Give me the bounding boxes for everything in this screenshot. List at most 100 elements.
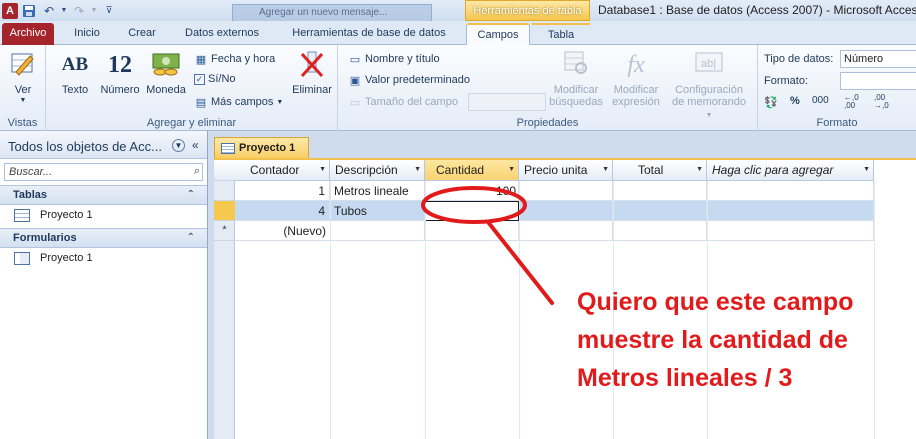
collapse-group-icon[interactable]: ⌃ [187, 189, 195, 200]
record-selector-new[interactable]: * [214, 221, 235, 241]
nav-item-form-proyecto-1[interactable]: Proyecto 1 [0, 248, 207, 269]
column-header-descripcion[interactable]: Descripción ▼ [330, 160, 425, 181]
column-header-contador[interactable]: Contador ▼ [235, 160, 330, 181]
formato-select[interactable] [840, 72, 916, 90]
column-header-label: Precio unita [524, 163, 588, 177]
tab-inicio[interactable]: Inicio [62, 23, 112, 45]
undo-dropdown-icon[interactable]: ▼ [60, 2, 68, 20]
group-vistas: Ver ▼ Vistas [0, 45, 46, 131]
grid-line [519, 181, 520, 439]
tab-datos-externos[interactable]: Datos externos [173, 23, 271, 45]
fecha-hora-label: Fecha y hora [211, 53, 276, 65]
cell-precio[interactable] [519, 201, 613, 221]
cell-new-cantidad[interactable] [425, 221, 519, 241]
customize-qat-icon[interactable]: ⊽ [100, 2, 118, 20]
column-header-add-field[interactable]: Haga clic para agregar ▼ [707, 160, 874, 181]
tab-herramientas-bd[interactable]: Herramientas de base de datos [280, 23, 458, 45]
more-fields-icon: ▤ [195, 96, 207, 109]
search-icon[interactable]: ⌕ [194, 165, 200, 178]
thousands-format-button[interactable]: 000 [812, 95, 829, 106]
document-tab-proyecto-1[interactable]: Proyecto 1 [214, 137, 309, 158]
save-icon[interactable] [20, 2, 38, 20]
column-dropdown-icon[interactable]: ▼ [319, 166, 326, 173]
cell-add-field[interactable] [707, 201, 874, 221]
cell-add-field[interactable] [707, 181, 874, 201]
column-dropdown-icon[interactable]: ▼ [863, 166, 870, 173]
modificar-busquedas-label-2: búsquedas [549, 96, 603, 108]
collapse-group-icon[interactable]: ⌃ [187, 232, 195, 243]
tab-archivo[interactable]: Archivo [2, 23, 54, 45]
expression-fx-icon: fx [627, 52, 645, 78]
select-all-corner[interactable] [214, 160, 235, 181]
tab-crear[interactable]: Crear [118, 23, 166, 45]
column-dropdown-icon[interactable]: ▼ [508, 166, 515, 173]
cell-contador[interactable]: 1 [235, 181, 330, 201]
config-memo-label-1: Configuración [675, 84, 743, 96]
decrease-decimals-button[interactable]: ,00 →,0 [874, 94, 900, 110]
group-agregar-eliminar: AB Texto 12 Número Moneda ▦ Fecha y hora… [46, 45, 338, 131]
nav-collapse-icon[interactable]: « [192, 138, 199, 152]
column-dropdown-icon[interactable]: ▼ [696, 166, 703, 173]
si-no-button[interactable]: ✓ Sí/No [194, 73, 236, 85]
si-no-label: Sí/No [208, 73, 236, 85]
column-header-cantidad[interactable]: Cantidad ▼ [425, 160, 519, 181]
mas-campos-button[interactable]: ▤ Más campos ▼ [194, 95, 284, 109]
fecha-hora-button[interactable]: ▦ Fecha y hora [194, 52, 275, 66]
percent-format-button[interactable]: % [790, 95, 800, 107]
nombre-titulo-button[interactable]: ▭ Nombre y título [348, 52, 440, 66]
group-label-vistas: Vistas [7, 117, 38, 129]
nav-pane-header[interactable]: Todos los objetos de Acc... ▼ « [0, 131, 207, 159]
column-header-label: Contador [250, 163, 300, 177]
cell-precio[interactable] [519, 181, 613, 201]
access-logo-icon[interactable]: A [2, 2, 18, 19]
tab-campos[interactable]: Campos [466, 23, 530, 47]
new-record-label[interactable]: (Nuevo) [235, 221, 330, 241]
cell-total[interactable] [613, 181, 707, 201]
redo-dropdown-icon[interactable]: ▼ [90, 2, 98, 20]
ver-button[interactable]: Ver ▼ [6, 50, 40, 104]
number-field-icon: 12 [108, 52, 132, 78]
record-selector-2-current[interactable] [214, 201, 235, 221]
texto-button[interactable]: AB Texto [58, 50, 92, 96]
group-label-formato: Formato [816, 117, 858, 129]
cell-new-add-field[interactable] [707, 221, 874, 241]
ver-dropdown-icon: ▼ [19, 97, 27, 104]
annotation-text: Quiero que este campo muestre la cantida… [577, 283, 907, 397]
tamano-campo-button[interactable]: ▭ Tamaño del campo [348, 95, 458, 109]
tipo-datos-select[interactable]: Número [840, 50, 916, 68]
nav-group-tablas[interactable]: Tablas ⌃ [0, 185, 207, 205]
cell-total[interactable] [613, 201, 707, 221]
name-caption-icon: ▭ [349, 53, 361, 66]
nav-menu-dropdown-icon[interactable]: ▼ [172, 139, 185, 152]
nav-group-formularios[interactable]: Formularios ⌃ [0, 228, 207, 248]
tab-tabla[interactable]: Tabla [532, 23, 590, 45]
cell-contador[interactable]: 4 [235, 201, 330, 221]
modificar-busquedas-label-1: Modificar [553, 84, 599, 96]
column-header-precio-unitario[interactable]: Precio unita ▼ [519, 160, 613, 181]
modificar-busquedas-button[interactable]: Modificar búsquedas [544, 50, 608, 108]
cell-cantidad[interactable]: 100 [425, 181, 519, 201]
cell-cantidad-focused[interactable] [425, 201, 519, 221]
column-header-total[interactable]: Total ▼ [613, 160, 707, 181]
nav-item-table-proyecto-1[interactable]: Proyecto 1 [0, 205, 207, 226]
cell-descripcion[interactable]: Metros lineale [330, 181, 425, 201]
eliminar-button[interactable]: Eliminar [290, 50, 334, 96]
modificar-expresion-button[interactable]: fx Modificar expresión [604, 50, 668, 108]
nav-search-input[interactable]: Buscar... ⌕ [4, 163, 203, 181]
increase-decimals-button[interactable]: ←,0 ,00 [844, 94, 870, 110]
numero-button[interactable]: 12 Número [98, 50, 142, 96]
cell-new-precio[interactable] [519, 221, 613, 241]
field-size-input[interactable] [468, 93, 546, 111]
cell-new-total[interactable] [613, 221, 707, 241]
cell-descripcion[interactable]: Tubos [330, 201, 425, 221]
undo-icon[interactable]: ↶ [40, 2, 58, 20]
column-dropdown-icon[interactable]: ▼ [602, 166, 609, 173]
redo-icon[interactable]: ↷ [70, 2, 88, 20]
configuracion-memorando-button[interactable]: ab| Configuración de memorando ▼ [668, 50, 750, 120]
valor-predeterminado-button[interactable]: ▣ Valor predeterminado [348, 73, 470, 87]
cell-new-descripcion[interactable] [330, 221, 425, 241]
record-selector-1[interactable] [214, 181, 235, 201]
moneda-button[interactable]: Moneda [144, 50, 188, 96]
column-dropdown-icon[interactable]: ▼ [414, 166, 421, 173]
currency-format-button[interactable]: 💱 [764, 95, 778, 109]
